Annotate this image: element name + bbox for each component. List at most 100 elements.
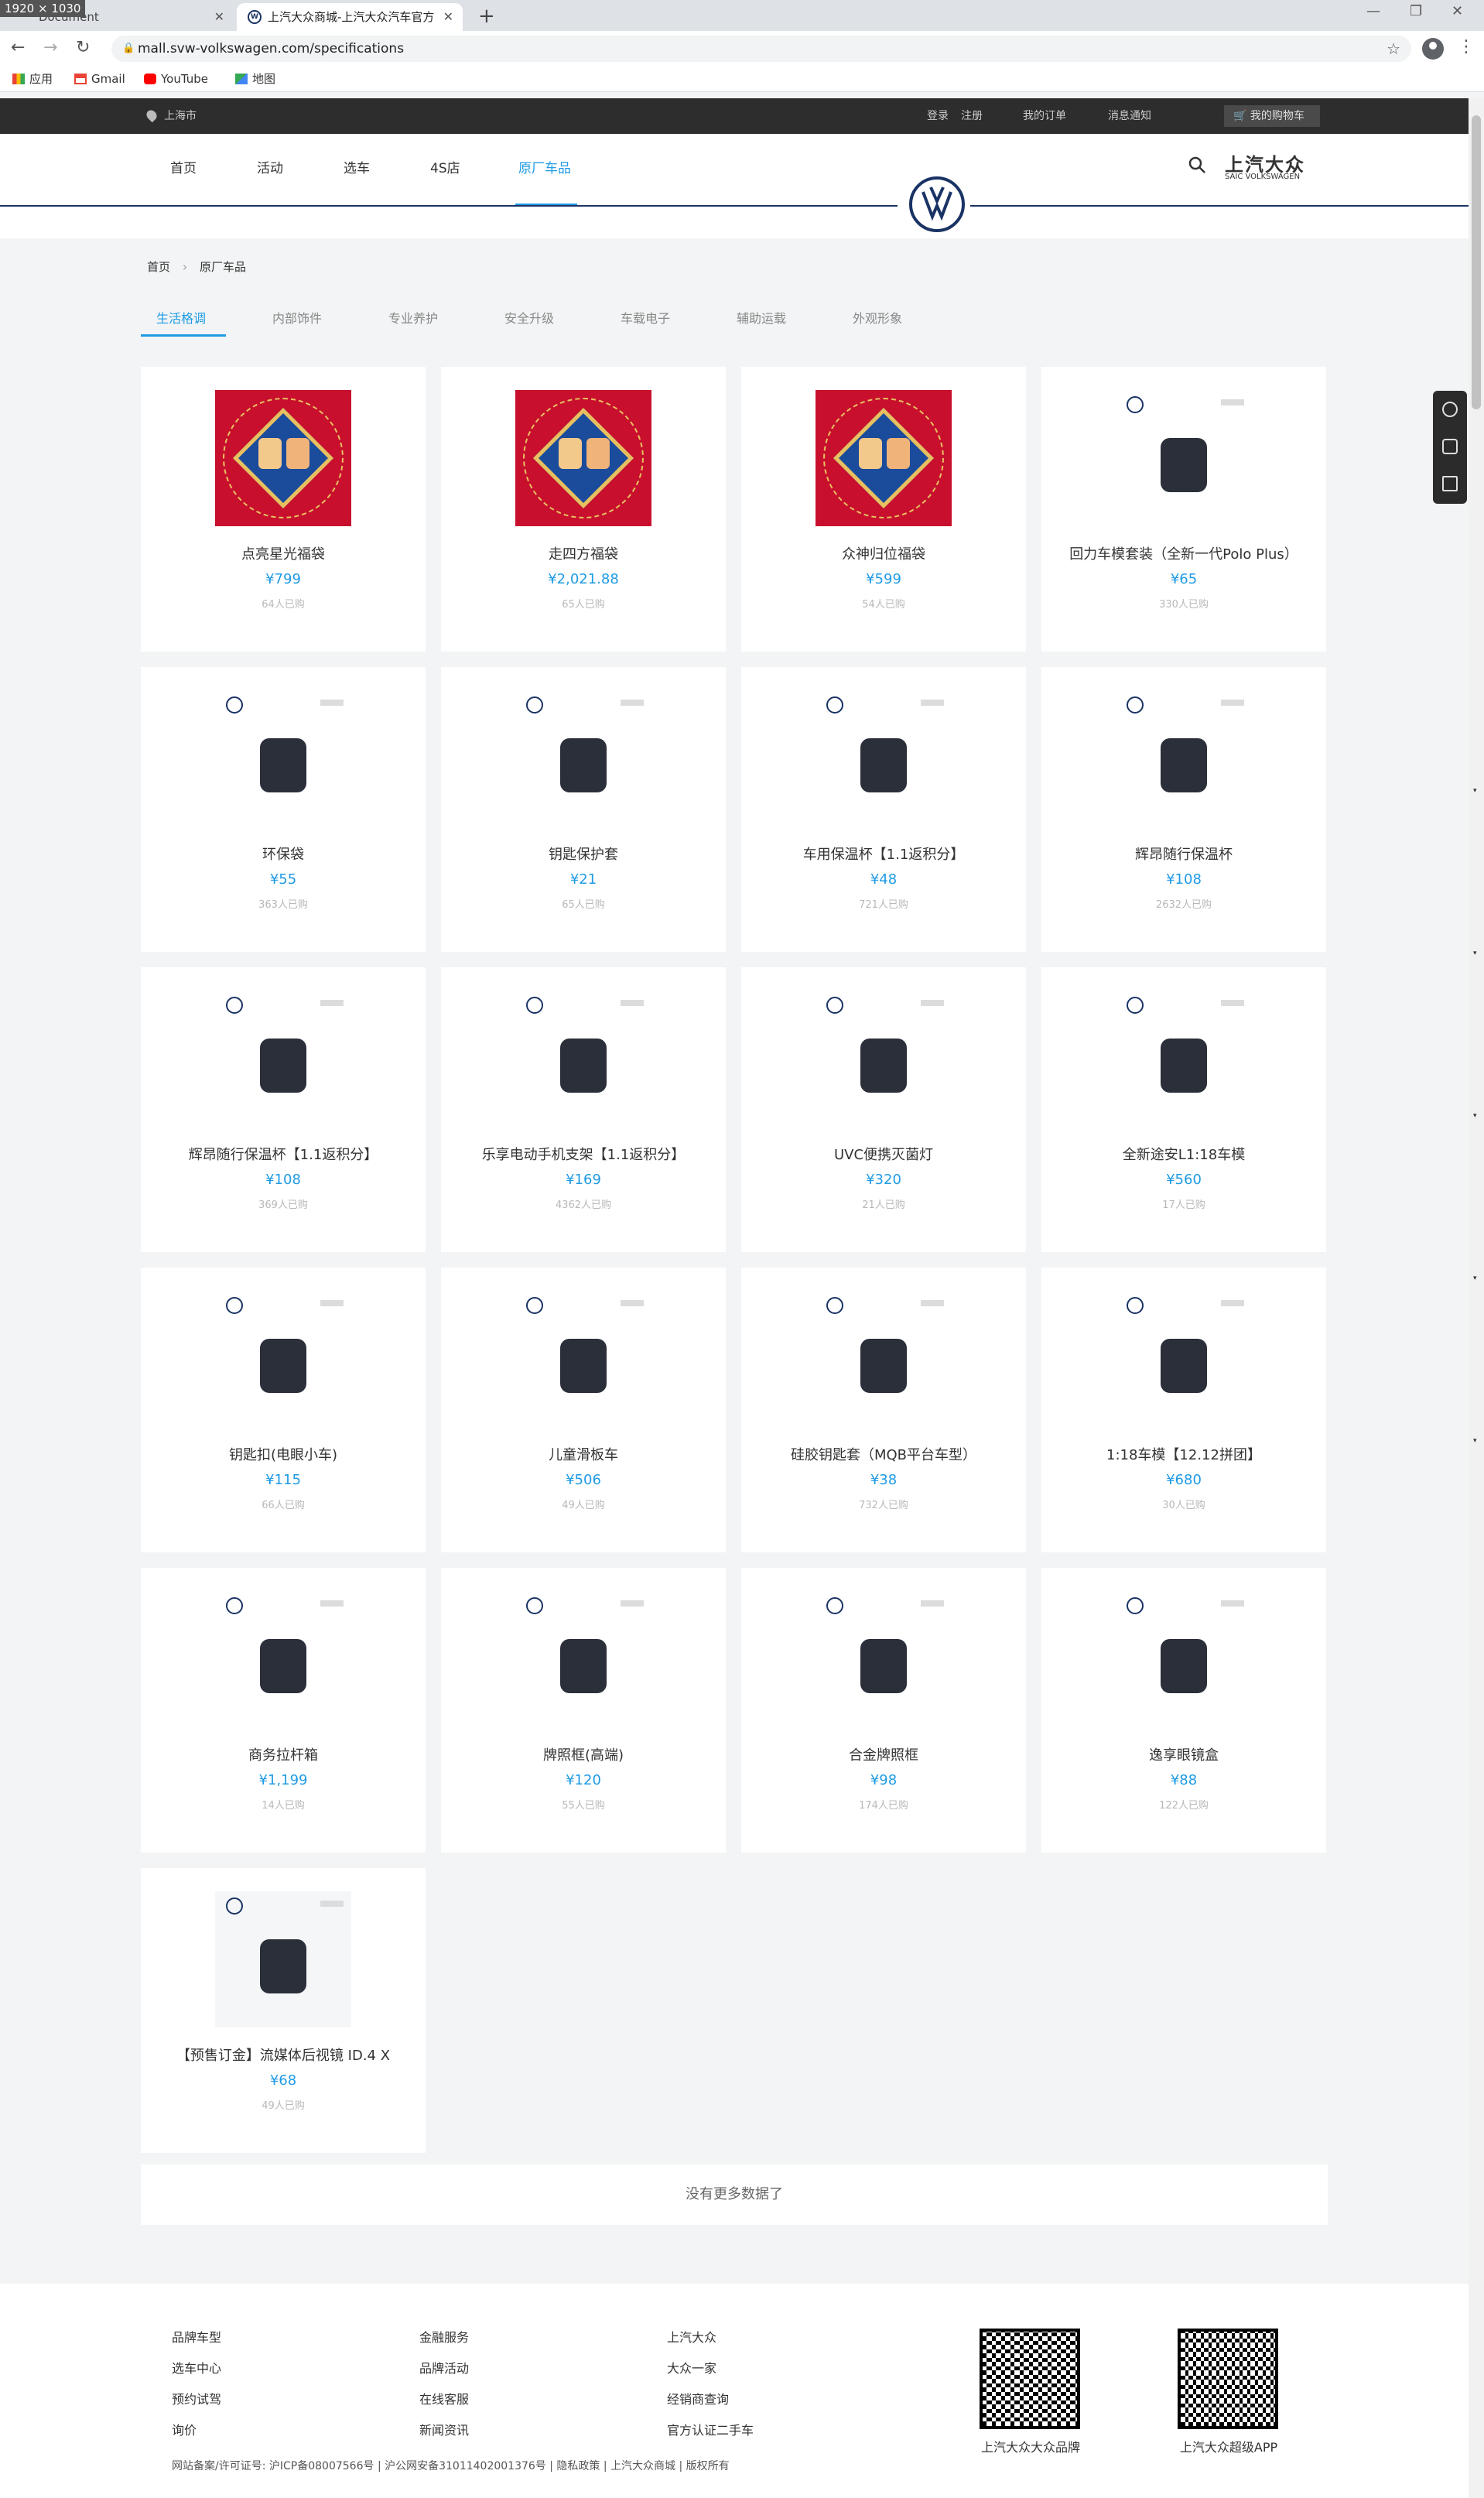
product-name[interactable]: 牌照框(高端) [441,1744,726,1764]
product-card[interactable]: 辉昂随行保温杯 ¥108 2632人已购 [1041,667,1326,952]
footer-link[interactable]: 新闻资讯 [419,2420,469,2438]
category-tab-carrying[interactable]: 辅助运载 [737,308,786,327]
product-image[interactable] [1116,1591,1252,1727]
bookmark-apps[interactable]: 应用 [12,71,53,87]
forward-icon[interactable]: → [43,37,57,59]
window-close-icon[interactable]: ✕ [1452,3,1463,19]
product-image[interactable] [816,690,952,826]
product-image[interactable] [1116,390,1252,526]
product-image[interactable] [1116,690,1252,826]
product-image[interactable] [215,690,351,826]
product-image[interactable] [215,1891,351,2027]
product-card[interactable]: 点亮星光福袋 ¥799 64人已购 [141,367,426,652]
category-tab-electronics[interactable]: 车载电子 [621,308,670,327]
product-card[interactable]: 环保袋 ¥55 363人已购 [141,667,426,952]
footer-link[interactable]: 官方认证二手车 [667,2420,754,2438]
my-orders-link[interactable]: 我的订单 [1023,98,1066,134]
notifications-link[interactable]: 消息通知 [1108,98,1151,134]
product-name[interactable]: 车用保温杯【1.1返积分】 [741,844,1026,864]
product-card[interactable]: 牌照框(高端) ¥120 55人已购 [441,1568,726,1853]
product-name[interactable]: 全新途安L1:18车模 [1041,1144,1326,1164]
new-tab-icon[interactable]: + [478,3,495,29]
product-card[interactable]: 1:18车模【12.12拼团】 ¥680 30人已购 [1041,1268,1326,1552]
product-name[interactable]: UVC便携灭菌灯 [741,1144,1026,1164]
search-icon[interactable] [1188,156,1206,174]
cart-icon[interactable] [1442,439,1458,454]
product-card[interactable]: 逸享眼镜盒 ¥88 122人已购 [1041,1568,1326,1853]
footer-link[interactable]: 品牌活动 [419,2358,469,2377]
product-name[interactable]: 回力车模套装（全新一代Polo Plus） [1041,543,1326,563]
footer-link[interactable]: 金融服务 [419,2327,469,2346]
footer-link[interactable]: 选车中心 [172,2358,221,2377]
product-card[interactable]: 乐享电动手机支架【1.1返积分】 ¥169 4362人已购 [441,967,726,1252]
product-card[interactable]: 硅胶钥匙套（MQB平台车型） ¥38 732人已购 [741,1268,1026,1552]
product-name[interactable]: 逸享眼镜盒 [1041,1744,1326,1764]
category-tab-interior[interactable]: 内部饰件 [272,308,322,327]
product-image[interactable] [515,390,651,526]
product-name[interactable]: 点亮星光福袋 [141,543,426,563]
customer-service-icon[interactable] [1442,402,1458,417]
bookmark-youtube[interactable]: YouTube [144,71,208,87]
product-name[interactable]: 辉昂随行保温杯 [1041,844,1326,864]
product-image[interactable] [215,1591,351,1727]
product-image[interactable] [215,390,351,526]
product-name[interactable]: 【预售订金】流媒体后视镜 ID.4 X [141,2045,426,2065]
product-card[interactable]: 辉昂随行保温杯【1.1返积分】 ¥108 369人已购 [141,967,426,1252]
product-image[interactable] [1116,991,1252,1127]
minimize-icon[interactable]: — [1366,3,1380,19]
product-image[interactable] [515,690,651,826]
product-image[interactable] [1116,1291,1252,1427]
product-image[interactable] [515,991,651,1127]
category-tab-lifestyle[interactable]: 生活格调 [156,308,206,327]
nav-home[interactable]: 首页 [170,157,197,176]
product-name[interactable]: 众神归位福袋 [741,543,1026,563]
back-to-top-icon[interactable] [1442,476,1458,491]
my-cart-button[interactable]: 🛒 我的购物车 [1224,105,1320,127]
bookmark-maps[interactable]: 地图 [235,71,275,87]
product-card[interactable]: 钥匙保护套 ¥21 65人已购 [441,667,726,952]
product-card[interactable]: 走四方福袋 ¥2,021.88 65人已购 [441,367,726,652]
product-name[interactable]: 钥匙扣(电眼小车) [141,1444,426,1464]
bookmark-gmail[interactable]: Gmail [74,71,125,87]
product-card[interactable]: 回力车模套装（全新一代Polo Plus） ¥65 330人已购 [1041,367,1326,652]
product-image[interactable] [215,1291,351,1427]
nav-choose-car[interactable]: 选车 [344,157,370,176]
product-image[interactable] [215,991,351,1127]
product-name[interactable]: 硅胶钥匙套（MQB平台车型） [741,1444,1026,1464]
browser-tab-mall[interactable]: W 上汽大众商城-上汽大众汽车官方 ✕ [237,3,463,31]
product-name[interactable]: 钥匙保护套 [441,844,726,864]
product-card[interactable]: UVC便携灭菌灯 ¥320 21人已购 [741,967,1026,1252]
product-image[interactable] [816,1591,952,1727]
category-tab-care[interactable]: 专业养护 [388,308,438,327]
footer-link[interactable]: 品牌车型 [172,2327,221,2346]
product-name[interactable]: 1:18车模【12.12拼团】 [1041,1444,1326,1464]
reload-icon[interactable]: ↻ [76,37,90,59]
product-name[interactable]: 辉昂随行保温杯【1.1返积分】 [141,1144,426,1164]
product-card[interactable]: 合金牌照框 ¥98 174人已购 [741,1568,1026,1853]
product-card[interactable]: 【预售订金】流媒体后视镜 ID.4 X ¥68 49人已购 [141,1868,426,2153]
vw-logo-icon[interactable] [909,176,965,232]
product-name[interactable]: 乐享电动手机支架【1.1返积分】 [441,1144,726,1164]
product-card[interactable]: 众神归位福袋 ¥599 54人已购 [741,367,1026,652]
footer-link[interactable]: 大众一家 [667,2358,716,2377]
nav-4s-store[interactable]: 4S店 [430,157,460,176]
product-name[interactable]: 走四方福袋 [441,543,726,563]
bookmark-star-icon[interactable]: ☆ [1387,36,1400,62]
product-image[interactable] [515,1591,651,1727]
footer-link[interactable]: 询价 [172,2420,197,2438]
footer-link[interactable]: 经销商查询 [667,2389,729,2407]
close-icon[interactable]: ✕ [214,3,224,31]
product-name[interactable]: 儿童滑板车 [441,1444,726,1464]
browser-menu-icon[interactable]: ⋮ [1458,37,1475,56]
maximize-icon[interactable]: ❐ [1410,3,1422,19]
product-card[interactable]: 商务拉杆箱 ¥1,199 14人已购 [141,1568,426,1853]
product-image[interactable] [816,390,952,526]
product-name[interactable]: 环保袋 [141,844,426,864]
product-image[interactable] [816,991,952,1127]
url-field[interactable]: 🔒 mall.svw-volkswagen.com/specifications… [111,36,1411,62]
footer-link[interactable]: 在线客服 [419,2389,469,2407]
breadcrumb-home[interactable]: 首页 [147,260,170,274]
register-link[interactable]: 注册 [961,98,983,134]
category-tab-exterior[interactable]: 外观形象 [853,308,902,327]
nav-accessories[interactable]: 原厂车品 [518,157,571,176]
